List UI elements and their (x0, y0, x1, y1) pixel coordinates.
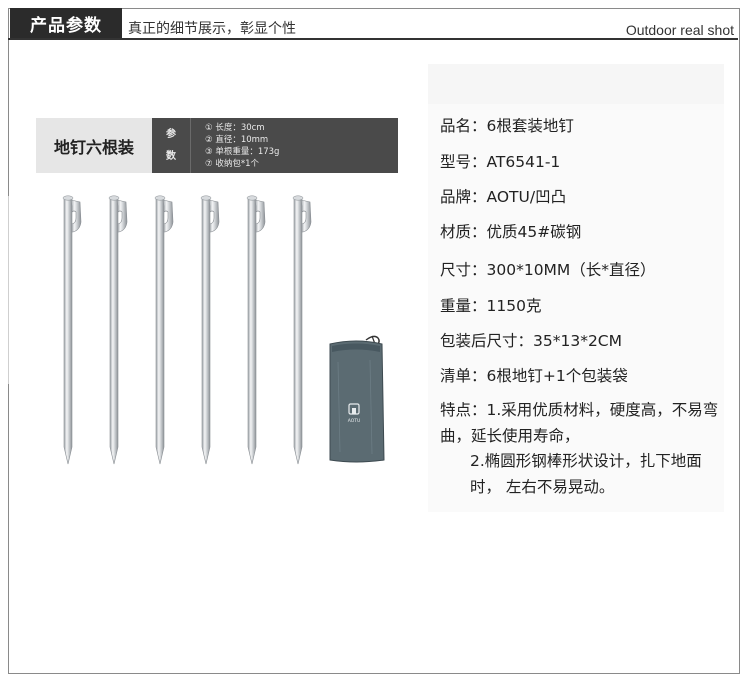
banner-title: 地钉六根装 (36, 118, 152, 173)
tent-stake (62, 195, 82, 465)
spec-name: 品名：6根套装地钉 (440, 117, 574, 135)
spec-banner: 地钉六根装 参 数 ① 长度：30cm ② 直径：10mm ③ 单根重量：173… (36, 118, 398, 173)
header-divider (8, 38, 738, 40)
spec-material: 材质：优质45#碳钢 (440, 223, 582, 241)
banner-label-top: 参 (166, 128, 176, 140)
tent-stake (292, 195, 312, 465)
tent-stake (200, 195, 220, 465)
section-subtitle: 真正的细节展示，彰显个性 (128, 21, 296, 37)
bag-brand-text: AOTU (348, 418, 361, 424)
tent-stake (108, 195, 128, 465)
tent-stake (154, 195, 174, 465)
spec-package-size: 包装后尺寸：35*13*2CM (440, 332, 623, 350)
banner-spec-box: 参 数 ① 长度：30cm ② 直径：10mm ③ 单根重量：173g ⑦ 收纳… (152, 118, 398, 173)
storage-bag-image: AOTU (329, 335, 385, 463)
spec-features-2: 2.椭圆形钢棒形状设计，扎下地面时， 左右不易晃动。 (470, 452, 702, 496)
spec-features-1: 特点：1.采用优质材料，硬度高，不易弯曲，延长使用寿命， (440, 401, 719, 445)
banner-spec-diameter: ② 直径：10mm (205, 134, 269, 145)
tent-stake (246, 195, 266, 465)
section-title: 产品参数 (10, 8, 122, 38)
banner-spec-weight: ③ 单根重量：173g (205, 146, 280, 157)
banner-label: 参 数 (152, 118, 191, 173)
tent-stakes-image (56, 192, 326, 467)
banner-spec-bag: ⑦ 收纳包*1个 (205, 158, 259, 169)
spec-list: 清单：6根地钉+1个包装袋 (440, 367, 628, 385)
spec-model: 型号：AT6541-1 (440, 153, 561, 171)
spec-weight: 重量：1150克 (440, 297, 542, 315)
spec-brand: 品牌：AOTU/凹凸 (440, 188, 567, 206)
section-english-caption: Outdoor real shot (625, 22, 734, 38)
banner-spec-list: ① 长度：30cm ② 直径：10mm ③ 单根重量：173g ⑦ 收纳包*1个 (191, 118, 279, 173)
spec-size: 尺寸：300*10MM（长*直径） (440, 261, 656, 279)
left-edge-mark (8, 196, 9, 384)
banner-label-bottom: 数 (166, 150, 176, 162)
banner-spec-length: ① 长度：30cm (205, 122, 265, 133)
